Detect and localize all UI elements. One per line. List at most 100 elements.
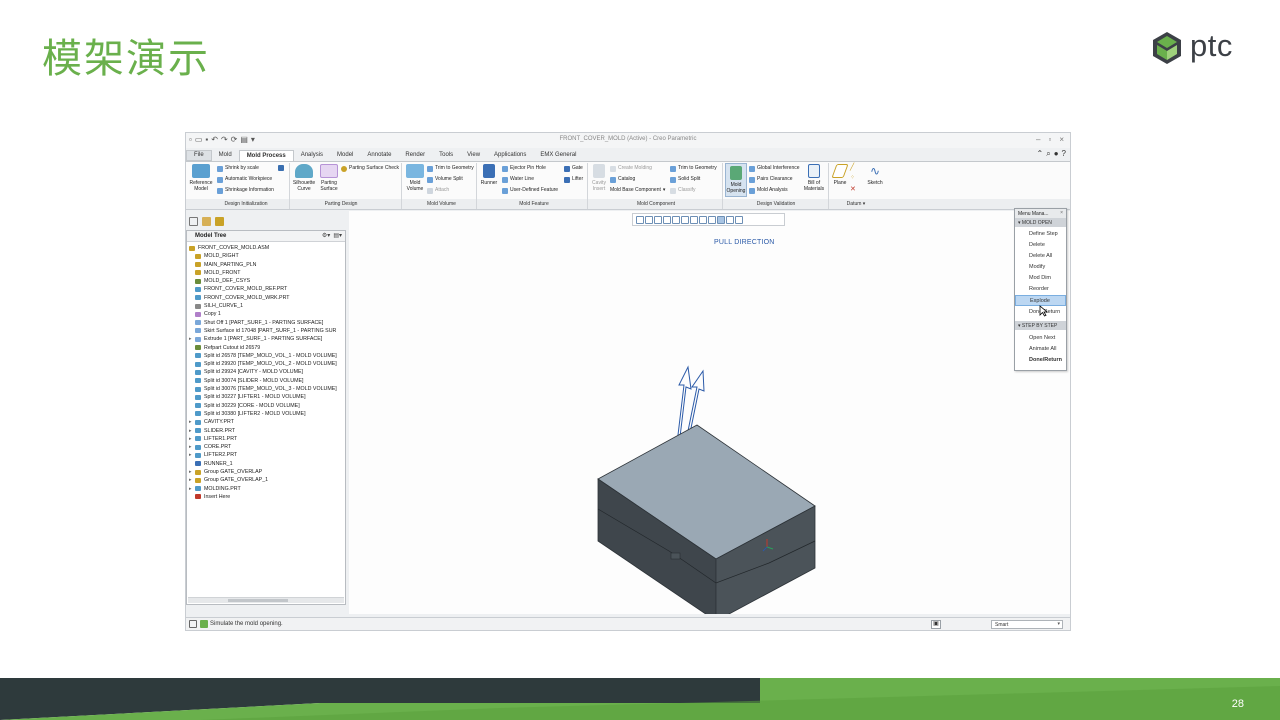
parting-surface-button[interactable]: Parting Surface (317, 164, 341, 192)
classify-button[interactable]: Classify (670, 187, 696, 194)
tree-item[interactable]: SILH_CURVE_1 (187, 302, 345, 310)
mold-opening-button[interactable]: Mold Opening (725, 163, 747, 197)
tree-item[interactable]: FRONT_COVER_MOLD_WRK.PRT (187, 294, 345, 302)
tab-applications[interactable]: Applications (487, 150, 533, 161)
sketch-button[interactable]: ∿ Sketch (864, 164, 886, 186)
tree-item[interactable]: Refpart Cutout id 26579 (187, 344, 345, 352)
menu-item-modify[interactable]: Modify (1015, 262, 1066, 273)
tree-item[interactable]: ▸ Group GATE_OVERLAP_1 (187, 476, 345, 484)
tree-item[interactable]: ▸ Group GATE_OVERLAP (187, 468, 345, 476)
settings-icon[interactable]: ● (1054, 149, 1059, 159)
lifter-button[interactable]: Lifter (564, 176, 583, 183)
gate-button[interactable]: Gate (564, 165, 583, 172)
csys-button[interactable]: ✕ (850, 186, 856, 193)
tab-annotate[interactable]: Annotate (360, 150, 398, 161)
expand-arrow-icon[interactable]: ▸ (189, 427, 192, 435)
plane-button[interactable]: Plane (831, 164, 849, 186)
attach-button[interactable]: Attach (427, 187, 449, 194)
tree-item[interactable]: Split id 30380 [LIFTER2 - MOLD VOLUME] (187, 410, 345, 418)
menu-item-animate-all[interactable]: Animate All (1015, 344, 1066, 355)
group-datum[interactable]: Datum ▾ (836, 201, 876, 207)
menu-close-icon[interactable]: × (1060, 210, 1063, 216)
solid-split-button[interactable]: Solid Split (670, 176, 700, 183)
expand-arrow-icon[interactable]: ▸ (189, 435, 192, 443)
ejector-pin-hole-button[interactable]: Ejector Pin Hole (502, 165, 546, 172)
user-defined-feature-button[interactable]: User-Defined Feature (502, 187, 558, 194)
expand-arrow-icon[interactable]: ▸ (189, 485, 192, 493)
show-navigator-icon[interactable] (189, 620, 197, 628)
tree-item[interactable]: Split id 26578 [TEMP_MOLD_VOL_1 - MOLD V… (187, 352, 345, 360)
tree-item[interactable]: Split id 29924 [CAVITY - MOLD VOLUME] (187, 368, 345, 376)
tree-item[interactable]: Split id 30074 [SLIDER - MOLD VOLUME] (187, 377, 345, 385)
catalog-button[interactable]: Catalog (610, 176, 635, 183)
tree-item[interactable]: ▸ MOLDING.PRT (187, 485, 345, 493)
expand-arrow-icon[interactable]: ▸ (189, 476, 192, 484)
tree-item[interactable]: MOLD_DEF_CSYS (187, 277, 345, 285)
shrink-extra-button[interactable] (278, 165, 284, 171)
tree-item[interactable]: MOLD_RIGHT (187, 252, 345, 260)
tree-item[interactable]: ▸ Extrude 1 [PART_SURF_1 - PARTING SURFAC… (187, 335, 345, 343)
automatic-workpiece-button[interactable]: Automatic Workpiece (217, 176, 272, 183)
expand-arrow-icon[interactable]: ▸ (189, 335, 192, 343)
point-button[interactable]: ⁘ (850, 175, 855, 182)
trim-to-geometry-2-button[interactable]: Trim to Geometry (670, 165, 717, 172)
expand-arrow-icon[interactable]: ▸ (189, 451, 192, 459)
tree-item[interactable]: Split id 29920 [TEMP_MOLD_VOL_2 - MOLD V… (187, 360, 345, 368)
shrink-by-scale-button[interactable]: Shrink by scale (217, 165, 259, 172)
create-molding-button[interactable]: Create Molding (610, 165, 652, 172)
water-line-button[interactable]: Water Line (502, 176, 534, 183)
shrinkage-information-button[interactable]: Shrinkage Information (217, 187, 274, 194)
tab-mold-process[interactable]: Mold Process (238, 150, 294, 161)
tree-item[interactable]: ▸ LIFTER2.PRT (187, 451, 345, 459)
close-icon[interactable]: × (1059, 135, 1064, 144)
mold-open-section[interactable]: ▾ MOLD OPEN (1015, 218, 1066, 227)
tree-item[interactable]: Split id 30229 [CORE - MOLD VOLUME] (187, 402, 345, 410)
tab-tools[interactable]: Tools (432, 150, 460, 161)
global-interference-button[interactable]: Global Interference (749, 165, 800, 172)
pairs-clearance-button[interactable]: Pairs Clearance (749, 176, 793, 183)
tree-item[interactable]: Shut Off 1 [PART_SURF_1 - PARTING SURFAC… (187, 319, 345, 327)
reference-model-button[interactable]: Reference Model (189, 164, 213, 192)
tree-horizontal-scrollbar[interactable] (188, 597, 344, 603)
tab-view[interactable]: View (460, 150, 487, 161)
menu-item-done-return-2[interactable]: Done/Return (1015, 355, 1066, 366)
tree-item[interactable]: ▸ LIFTER1.PRT (187, 435, 345, 443)
minimize-icon[interactable]: – (1036, 135, 1040, 144)
scroll-thumb[interactable] (228, 599, 288, 602)
expand-arrow-icon[interactable]: ▸ (189, 468, 192, 476)
tree-item[interactable]: ▸ CORE.PRT (187, 443, 345, 451)
runner-button[interactable]: Runner (479, 164, 499, 186)
step-by-step-section[interactable]: ▾ STEP BY STEP (1015, 321, 1066, 330)
tree-item[interactable]: Insert Here (187, 493, 345, 501)
tree-show-icon[interactable]: ▤▾ (333, 232, 342, 239)
tree-item[interactable]: Skirt Surface id 17048 [PART_SURF_1 - PA… (187, 327, 345, 335)
message-log-icon[interactable] (200, 620, 208, 628)
search-icon[interactable]: ⌕ (1046, 149, 1050, 159)
cavity-insert-button[interactable]: Cavity Insert (590, 164, 608, 192)
tree-item[interactable]: MAIN_PARTING_PLN (187, 261, 345, 269)
tree-item[interactable]: Split id 30076 [TEMP_MOLD_VOL_3 - MOLD V… (187, 385, 345, 393)
tab-model[interactable]: Model (330, 150, 360, 161)
tree-item[interactable]: FRONT_COVER_MOLD_REF.PRT (187, 285, 345, 293)
menu-item-open-next[interactable]: Open Next (1015, 333, 1066, 344)
mold-base-component-button[interactable]: Mold Base Component ▾ (610, 187, 665, 194)
tab-file[interactable]: File (186, 150, 212, 161)
trim-to-geometry-button[interactable]: Trim to Geometry (427, 165, 474, 172)
tree-item[interactable]: Split id 30227 [LIFTER1 - MOLD VOLUME] (187, 393, 345, 401)
mold-volume-button[interactable]: Mold Volume (404, 164, 426, 192)
tree-item[interactable]: RUNNER_1 (187, 460, 345, 468)
help-icon[interactable]: ? (1062, 149, 1066, 159)
selection-filter[interactable]: Smart ▾ (991, 620, 1063, 629)
volume-split-button[interactable]: Volume Split (427, 176, 463, 183)
tree-item[interactable]: ▸ CAVITY.PRT (187, 418, 345, 426)
expand-arrow-icon[interactable]: ▸ (189, 443, 192, 451)
maximize-icon[interactable]: ▫ (1048, 135, 1051, 144)
favorites-icon[interactable] (215, 217, 224, 226)
tree-item[interactable]: ▸ SLIDER.PRT (187, 427, 345, 435)
tree-item[interactable]: FRONT_COVER_MOLD.ASM (187, 244, 345, 252)
bill-of-materials-button[interactable]: Bill of Materials (802, 164, 826, 192)
menu-item-define-step[interactable]: Define Step (1015, 229, 1066, 240)
find-icon[interactable]: ▣ (931, 620, 941, 629)
folder-browser-icon[interactable] (202, 217, 211, 226)
tree-item[interactable]: MOLD_FRONT (187, 269, 345, 277)
